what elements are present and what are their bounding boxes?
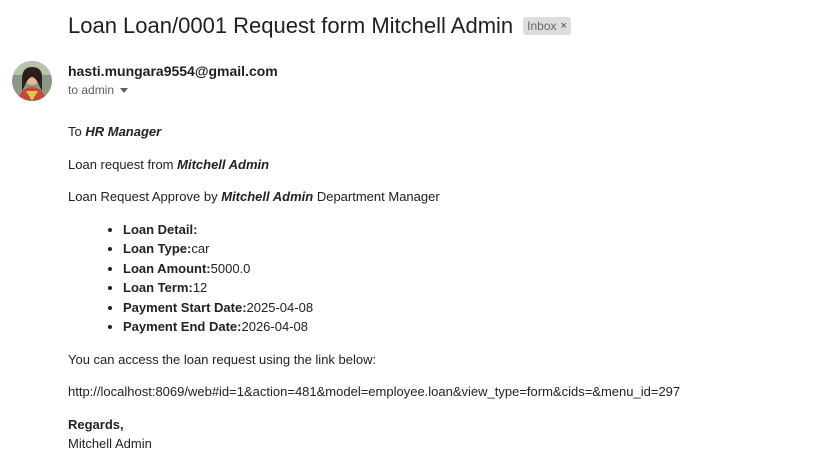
- avatar[interactable]: [12, 61, 52, 101]
- access-text: You can access the loan request using th…: [68, 351, 377, 367]
- sender-email: hasti.mungara9554@gmail.com: [68, 63, 278, 79]
- email-body: To HR Manager Loan request from Mitchell…: [68, 122, 808, 454]
- email-view: Loan Loan/0001 Request form Mitchell Adm…: [0, 0, 825, 467]
- detail-value: 2025-04-08: [246, 299, 314, 315]
- signature-block: Regards, Mitchell Admin: [68, 415, 808, 454]
- list-item: Payment End Date:2026-04-08: [123, 317, 808, 337]
- list-item: Loan Type:car: [123, 239, 808, 259]
- detail-label: Loan Type:: [123, 241, 192, 256]
- detail-label: Loan Amount:: [123, 260, 211, 276]
- chevron-down-icon[interactable]: [120, 87, 129, 93]
- loan-details-list: Loan Detail: Loan Type:car Loan Amount:5…: [68, 220, 808, 337]
- close-icon[interactable]: ×: [561, 18, 567, 34]
- signature-name: Mitchell Admin: [68, 436, 152, 451]
- greeting-line: To HR Manager: [68, 122, 808, 142]
- request-line: Loan request from Mitchell Admin: [68, 155, 808, 175]
- regards-label: Regards,: [68, 416, 124, 432]
- inbox-label-chip[interactable]: Inbox ×: [523, 17, 571, 35]
- greeting-name: HR Manager: [85, 124, 162, 139]
- detail-value: car: [191, 241, 210, 256]
- email-subject: Loan Loan/0001 Request form Mitchell Adm…: [68, 13, 514, 38]
- detail-label: Loan Detail:: [123, 221, 198, 237]
- approve-prefix: Loan Request Approve by: [68, 189, 218, 204]
- detail-value: 5000.0: [210, 260, 251, 276]
- label-chip-text: Inbox: [527, 19, 557, 33]
- recipient-text: to admin: [68, 83, 115, 97]
- approve-name: Mitchell Admin: [221, 189, 314, 204]
- request-prefix: Loan request from: [68, 156, 174, 172]
- detail-value: 2026-04-08: [241, 319, 308, 334]
- subject-row: Loan Loan/0001 Request form Mitchell Adm…: [68, 12, 571, 40]
- approve-suffix: Department Manager: [316, 189, 440, 204]
- list-item: Loan Detail:: [123, 220, 808, 240]
- list-item: Payment Start Date:2025-04-08: [123, 298, 808, 318]
- loan-request-link[interactable]: http://localhost:8069/web#id=1&action=48…: [68, 382, 808, 402]
- sender-block: hasti.mungara9554@gmail.com to admin: [68, 62, 278, 97]
- detail-label: Payment End Date:: [123, 319, 242, 334]
- list-item: Loan Term:12: [123, 278, 808, 298]
- list-item: Loan Amount:5000.0: [123, 259, 808, 279]
- detail-label: Loan Term:: [123, 280, 193, 295]
- detail-label: Payment Start Date:: [123, 299, 247, 315]
- approve-line: Loan Request Approve by Mitchell Admin D…: [68, 187, 808, 207]
- recipient-line[interactable]: to admin: [68, 83, 278, 97]
- request-name: Mitchell Admin: [177, 156, 270, 172]
- greeting-prefix: To: [68, 124, 82, 139]
- detail-value: 12: [192, 280, 208, 295]
